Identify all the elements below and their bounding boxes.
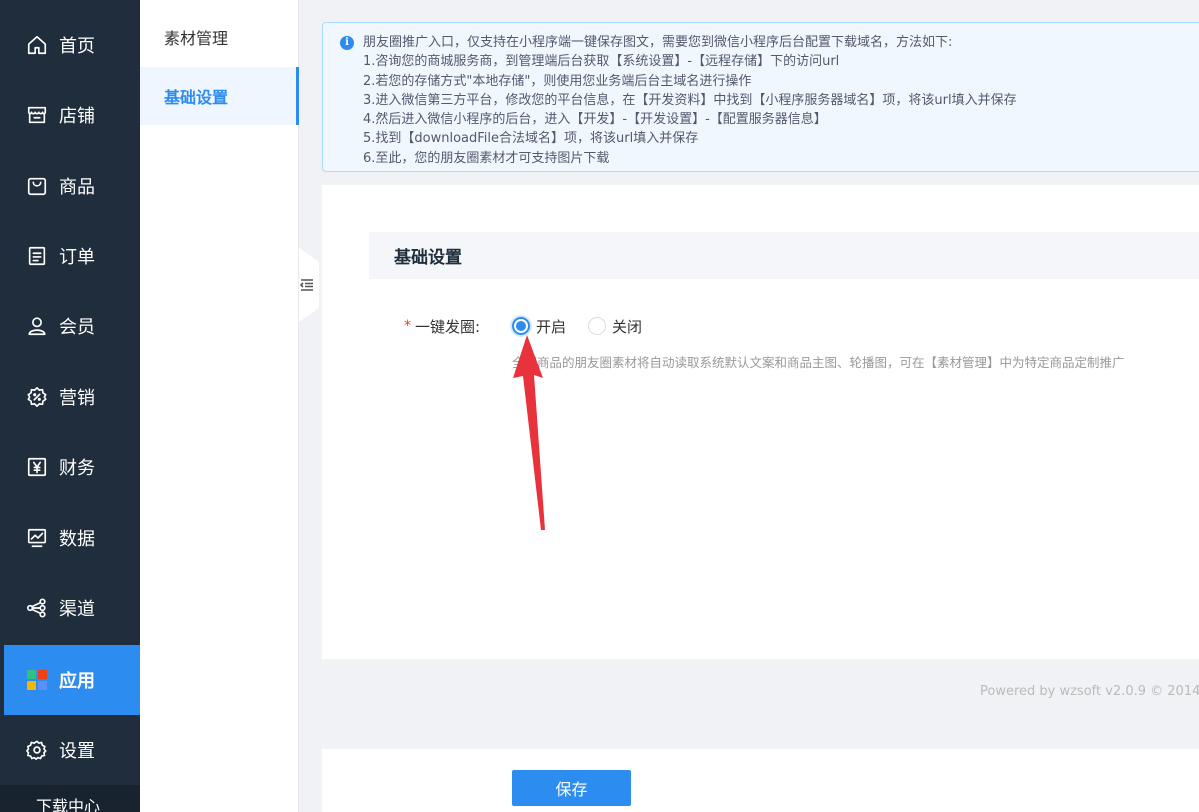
nav-item-data[interactable]: 数据	[4, 503, 140, 573]
bag-icon	[26, 175, 48, 197]
nav-item-home[interactable]: 首页	[4, 10, 140, 80]
nav-item-goods[interactable]: 商品	[4, 151, 140, 221]
info-line-4: 4.然后进入微信小程序的后台，进入【开发】-【开发设置】-【配置服务器信息】	[363, 112, 827, 128]
nav-item-channels[interactable]: 渠道	[4, 573, 140, 643]
data-icon	[26, 527, 48, 549]
info-line-2: 2.若您的存储方式"本地存储"，则使用您业务端后台主域名进行操作	[363, 73, 752, 89]
collapse-sidebar-toggle[interactable]	[299, 248, 319, 322]
nav-item-marketing[interactable]: 营销	[4, 362, 140, 432]
nav-label: 订单	[59, 247, 95, 268]
home-icon	[26, 34, 48, 56]
nav-label: 应用	[59, 671, 95, 692]
radio-dot[interactable]	[588, 317, 607, 335]
finance-icon	[26, 456, 48, 478]
sub-item-basic-settings[interactable]: 基础设置	[140, 67, 299, 125]
nav-item-settings[interactable]: 设置	[4, 715, 140, 785]
sub-item-material-management[interactable]: 素材管理	[140, 8, 299, 66]
info-line-1: 1.咨询您的商城服务商，到管理端后台获取【系统设置】-【远程存储】下的访问url	[363, 54, 840, 70]
powered-by-footer: Powered by wzsoft v2.0.9 © 2014-2	[980, 684, 1199, 699]
nav-item-store[interactable]: 店铺	[4, 80, 140, 150]
nav-label: 营销	[59, 388, 95, 409]
info-line-6: 6.至此，您的朋友圈素材才可支持图片下载	[363, 150, 610, 166]
main-sidebar: 首页 店铺 商品 订单 会员 营销 财务 数据 渠道 应用 设置 下载中心	[0, 0, 140, 812]
one-click-post-row: * 一键发圈: 开启 关闭	[404, 315, 664, 337]
info-line-3: 3.进入微信第三方平台，修改您的平台信息，在【开发资料】中找到【小程序服务器域名…	[363, 92, 1017, 108]
nav-label: 商品	[59, 177, 95, 198]
order-icon	[26, 245, 48, 267]
sub-sidebar: 素材管理 基础设置	[140, 0, 299, 812]
apps-icon	[26, 669, 48, 691]
nav-label: 设置	[59, 741, 95, 762]
info-icon: i	[340, 36, 354, 50]
settings-card: 基础设置 * 一键发圈: 开启 关闭 全部商品的朋友圈素材将自动读取系统默认文案…	[322, 185, 1199, 659]
save-button[interactable]: 保存	[512, 770, 631, 806]
nav-item-orders[interactable]: 订单	[4, 221, 140, 291]
nav-label: 首页	[59, 36, 95, 57]
channel-icon	[26, 597, 48, 619]
nav-label: 会员	[59, 317, 95, 338]
nav-label: 店铺	[59, 106, 95, 127]
store-icon	[26, 104, 48, 126]
section-title: 基础设置	[369, 232, 1199, 279]
radio-dot[interactable]	[512, 317, 530, 335]
info-line-5: 5.找到【downloadFile合法域名】项，将该url填入并保存	[363, 131, 699, 147]
nav-item-members[interactable]: 会员	[4, 291, 140, 361]
radio-label: 关闭	[612, 317, 643, 336]
radio-enable[interactable]: 开启	[512, 316, 566, 337]
radio-label: 开启	[536, 317, 567, 336]
form-hint: 全部商品的朋友圈素材将自动读取系统默认文案和商品主图、轮播图，可在【素材管理】中…	[512, 355, 1125, 370]
nav-label: 数据	[59, 529, 95, 550]
form-label: 一键发圈:	[415, 317, 481, 336]
nav-label: 财务	[59, 458, 95, 479]
nav-label: 渠道	[59, 599, 95, 620]
collapse-icon	[300, 279, 313, 291]
nav-item-apps[interactable]: 应用	[4, 645, 140, 715]
nav-item-finance[interactable]: 财务	[4, 432, 140, 502]
info-alert: i 朋友圈推广入口，仅支持在小程序端一键保存图文，需要您到微信小程序后台配置下载…	[322, 22, 1199, 172]
marketing-icon	[26, 386, 48, 408]
bottom-action-bar: 保存	[322, 749, 1199, 812]
download-center-link[interactable]: 下载中心	[0, 785, 140, 812]
info-title: 朋友圈推广入口，仅支持在小程序端一键保存图文，需要您到微信小程序后台配置下载域名…	[363, 35, 953, 50]
radio-disable[interactable]: 关闭	[588, 316, 642, 337]
gear-icon	[26, 739, 48, 761]
user-icon	[26, 315, 48, 337]
required-mark: *	[404, 318, 411, 334]
